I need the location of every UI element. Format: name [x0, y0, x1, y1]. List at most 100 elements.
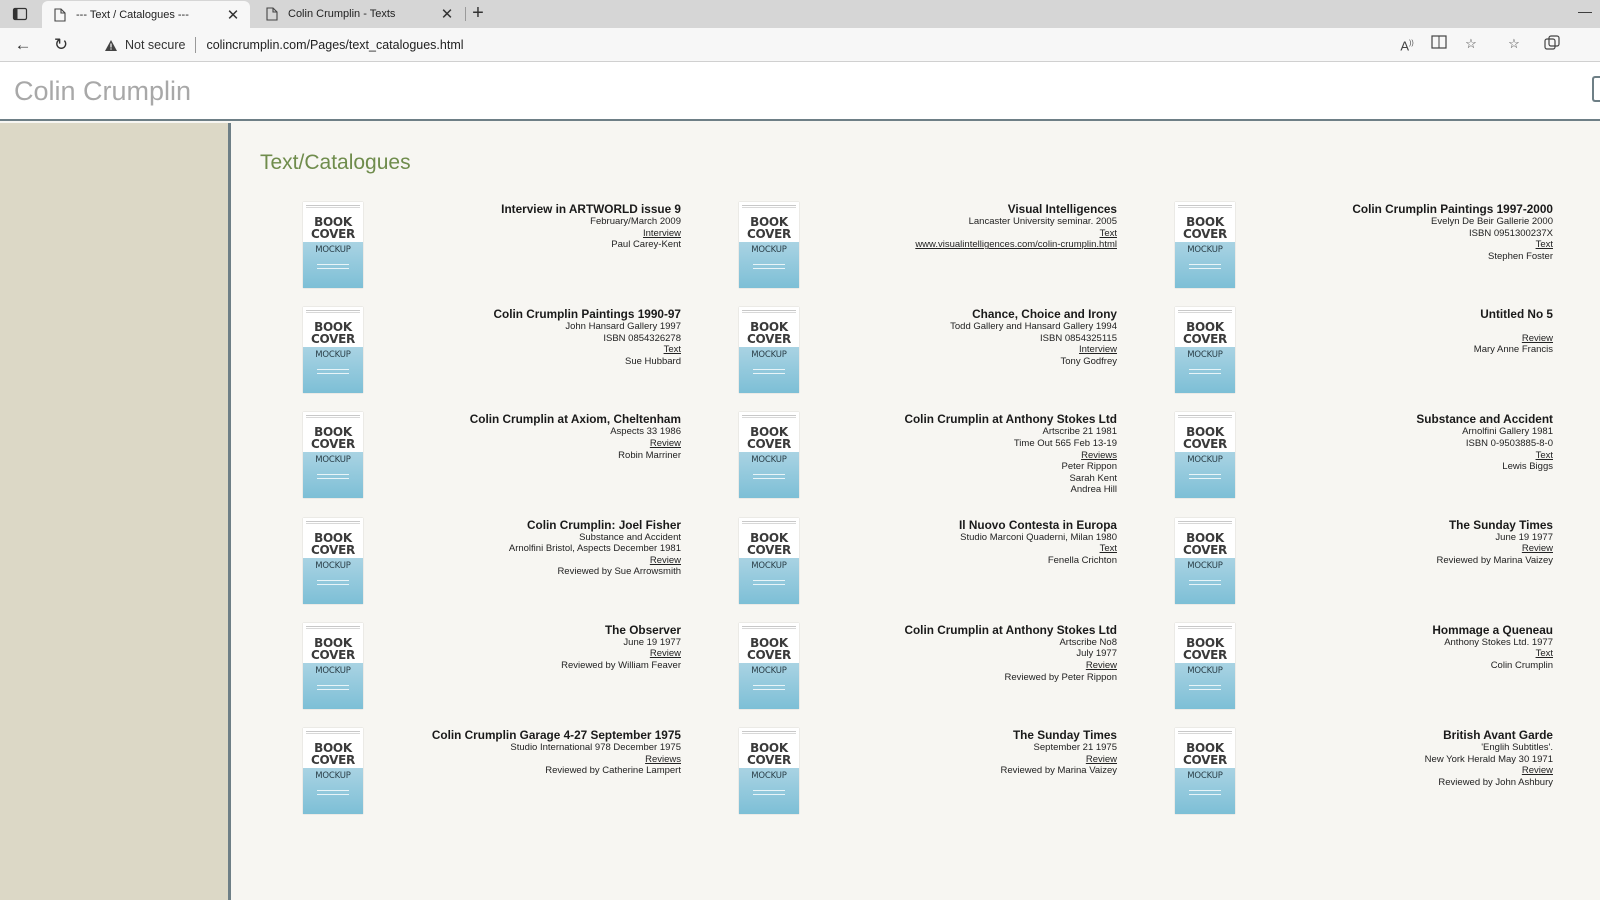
- entry-detail: Paul Carey-Kent: [611, 239, 681, 251]
- entry-info: Il Nuovo Contesta in Europa Studio Marcon…: [827, 518, 1117, 567]
- cover-text: BOOK COVER: [747, 530, 791, 557]
- cover-header-lines: [306, 625, 360, 629]
- entry-link[interactable]: Interview: [391, 228, 681, 240]
- book-cover-image[interactable]: BOOK COVER MOCKUP: [739, 728, 799, 814]
- cover-lines: [753, 474, 785, 480]
- tab-actions-icon[interactable]: [12, 6, 28, 22]
- entry-detail: Robin Marriner: [618, 449, 681, 461]
- book-cover-image[interactable]: BOOK COVER MOCKUP: [303, 622, 363, 709]
- book-cover-image[interactable]: BOOK COVER MOCKUP: [1175, 202, 1235, 288]
- close-tab-icon[interactable]: ✕: [440, 5, 454, 23]
- entry-link[interactable]: Text: [827, 228, 1117, 240]
- book-cover-image[interactable]: BOOK COVER MOCKUP: [1175, 412, 1235, 499]
- entry-detail: Reviewed by Peter Rippon: [1004, 671, 1117, 683]
- cover-subtext: MOCKUP: [1187, 350, 1223, 361]
- entry-detail: Arnolfini Bristol, Aspects December 1981: [508, 543, 681, 555]
- catalogue-entry: BOOK COVER MOCKUP The Sunday Times September…: [739, 728, 1117, 820]
- book-cover-image[interactable]: BOOK COVER MOCKUP: [739, 412, 799, 499]
- entry-link[interactable]: Review: [1263, 543, 1553, 555]
- tab-colin-crumplin-texts[interactable]: Colin Crumplin - Texts ✕: [254, 0, 466, 28]
- entry-link[interactable]: Text: [1263, 450, 1553, 462]
- cover-lines: [1189, 684, 1221, 690]
- cover-header-lines: [1178, 625, 1232, 629]
- catalogue-entry: BOOK COVER MOCKUP Colin Crumplin: Joel Fish…: [303, 517, 681, 610]
- entry-link[interactable]: Review: [391, 438, 681, 450]
- entry-link[interactable]: Interview: [827, 344, 1117, 356]
- book-cover-image[interactable]: BOOK COVER MOCKUP: [1175, 728, 1235, 814]
- collections-icon[interactable]: [1543, 35, 1561, 53]
- address-toolbar: ← ↻ Not secure colincrumplin.com/Pages/t…: [0, 28, 1600, 62]
- entry-title: Hommage a Queneau: [1432, 622, 1553, 637]
- book-cover-image[interactable]: BOOK COVER MOCKUP: [1175, 307, 1235, 394]
- book-cover-image[interactable]: BOOK COVER MOCKUP: [739, 622, 799, 709]
- new-tab-button[interactable]: +: [468, 3, 488, 23]
- book-cover-image[interactable]: BOOK COVER MOCKUP: [739, 202, 799, 288]
- close-tab-icon[interactable]: ✕: [226, 6, 240, 24]
- entry-info: Chance, Choice and Irony Todd Gallery and…: [827, 307, 1117, 367]
- entry-info: The Sunday Times September 21 1975 Review R…: [827, 728, 1117, 777]
- not-secure-label[interactable]: Not secure: [125, 38, 185, 52]
- book-cover-image[interactable]: BOOK COVER MOCKUP: [739, 307, 799, 394]
- url-text[interactable]: colincrumplin.com/Pages/text_catalogues.…: [206, 38, 463, 52]
- book-cover-image[interactable]: BOOK COVER MOCKUP: [303, 202, 363, 288]
- catalogue-entry: BOOK COVER MOCKUP Interview in ARTWORLD iss…: [303, 202, 681, 294]
- entry-link[interactable]: Review: [1263, 765, 1553, 777]
- tab-text-catalogues[interactable]: --- Text / Catalogues --- ✕: [42, 1, 250, 28]
- entry-title: Visual Intelligences: [1007, 202, 1117, 216]
- cover-subtext: MOCKUP: [1187, 455, 1223, 466]
- cover-header-lines: [742, 520, 796, 524]
- entry-title: The Sunday Times: [1448, 517, 1553, 532]
- back-icon[interactable]: ←: [12, 34, 34, 56]
- entry-link[interactable]: Review: [827, 754, 1117, 766]
- entry-link[interactable]: Text: [391, 344, 681, 356]
- entry-link[interactable]: Reviews: [827, 450, 1117, 462]
- entry-info: Colin Crumplin Paintings 1997-2000 Evelyn…: [1263, 202, 1553, 262]
- cover-header-lines: [1178, 205, 1232, 208]
- address-bar[interactable]: Not secure colincrumplin.com/Pages/text_…: [92, 32, 1420, 58]
- cover-text: BOOK COVER: [747, 425, 791, 452]
- book-cover-image[interactable]: BOOK COVER MOCKUP: [1175, 517, 1235, 604]
- entry-link[interactable]: Text: [1263, 239, 1553, 251]
- menu-icon[interactable]: [1592, 76, 1600, 102]
- book-cover-image[interactable]: BOOK COVER MOCKUP: [303, 517, 363, 604]
- catalogue-entry: BOOK COVER MOCKUP Substance and Accident Arn…: [1175, 412, 1553, 504]
- entry-info: The Sunday Times June 19 1977 Review Review…: [1263, 518, 1553, 567]
- read-aloud-icon[interactable]: A)): [1398, 35, 1416, 53]
- entry-detail: Reviewed by William Feaver: [561, 659, 681, 671]
- cover-subtext: MOCKUP: [315, 771, 351, 781]
- main-content: Text/Catalogues BOOK COVER MOCKUP Interview…: [234, 123, 1600, 900]
- entry-detail: Peter Rippon: [1061, 461, 1117, 473]
- immersive-reader-icon[interactable]: [1430, 35, 1448, 53]
- catalogue-entry: BOOK COVER MOCKUP Hommage a Queneau Anthony …: [1175, 622, 1553, 715]
- entry-detail: Andrea Hill: [1070, 484, 1117, 496]
- entry-info: Visual Intelligences Lancaster University…: [827, 202, 1117, 251]
- minimize-icon[interactable]: —: [1578, 3, 1592, 19]
- entry-detail: Artscribe 21 1981: [1042, 426, 1117, 438]
- catalogue-entry: BOOK COVER MOCKUP Colin Crumplin at Anthony…: [739, 412, 1117, 504]
- site-title[interactable]: Colin Crumplin: [14, 76, 191, 107]
- entry-detail: February/March 2009: [590, 216, 681, 227]
- entry-link[interactable]: Review: [1263, 333, 1553, 345]
- entry-detail: Lancaster University seminar. 2005: [968, 216, 1117, 227]
- entry-link[interactable]: Text: [827, 543, 1117, 555]
- book-cover-image[interactable]: BOOK COVER MOCKUP: [303, 307, 363, 394]
- catalogue-entry: BOOK COVER MOCKUP Untitled No 5 Review Mary A…: [1175, 307, 1553, 399]
- book-cover-image[interactable]: BOOK COVER MOCKUP: [303, 728, 363, 814]
- entry-link[interactable]: Reviews: [391, 754, 681, 766]
- cover-lines: [1189, 790, 1221, 795]
- cover-header-lines: [1178, 731, 1232, 734]
- entry-link[interactable]: Text: [1263, 648, 1553, 660]
- book-cover-image[interactable]: BOOK COVER MOCKUP: [303, 412, 363, 499]
- tab-title: --- Text / Catalogues ---: [76, 8, 189, 21]
- entry-title: Colin Crumplin Paintings 1990-97: [493, 307, 681, 322]
- entry-link[interactable]: Review: [827, 660, 1117, 672]
- book-cover-image[interactable]: BOOK COVER MOCKUP: [1175, 622, 1235, 709]
- refresh-icon[interactable]: ↻: [50, 34, 72, 56]
- sidebar: [0, 123, 231, 900]
- favorites-icon[interactable]: ☆: [1505, 35, 1523, 53]
- book-cover-image[interactable]: BOOK COVER MOCKUP: [739, 517, 799, 604]
- entry-link[interactable]: www.visualintelligences.com/colin-crumpl…: [827, 239, 1117, 251]
- add-favorite-icon[interactable]: ☆: [1462, 35, 1480, 53]
- entry-link[interactable]: Review: [391, 555, 681, 567]
- entry-link[interactable]: Review: [391, 648, 681, 660]
